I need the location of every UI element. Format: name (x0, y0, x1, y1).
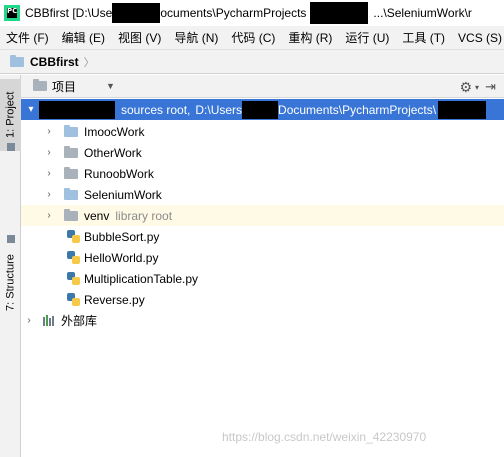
folder-icon (64, 124, 78, 137)
structure-tab-icon (7, 235, 15, 243)
file-name: MultiplicationTable.py (84, 271, 199, 286)
chevron-right-icon[interactable]: › (43, 210, 55, 221)
menu-tools[interactable]: 工具 (T) (396, 29, 452, 46)
menu-refactor[interactable]: 重构 (R) (282, 29, 339, 46)
dropdown-arrow-icon[interactable]: ▼ (106, 81, 115, 91)
chevron-right-icon: 〉 (83, 56, 95, 69)
folder-icon (64, 187, 78, 200)
navigation-bar: CBBfirst 〉 (0, 50, 504, 74)
external-libraries-label: 外部库 (61, 314, 98, 328)
menu-navigate[interactable]: 导航 (N) (168, 29, 225, 46)
tree-folder-row[interactable]: › SeleniumWork (21, 184, 504, 205)
folder-icon (64, 166, 78, 179)
folder-icon (64, 145, 78, 158)
tree-external-libraries-row[interactable]: › 外部库 (21, 310, 504, 331)
folder-name: SeleniumWork (84, 187, 162, 202)
folder-name: OtherWork (84, 145, 142, 160)
tab-structure-label: 7: Structure (4, 254, 17, 312)
venv-name: venv (84, 208, 110, 223)
tree-file-row[interactable]: BubbleSort.py (21, 226, 504, 247)
chevron-right-icon[interactable]: › (43, 189, 55, 200)
tab-structure[interactable]: 7: Structure (0, 243, 21, 323)
redaction-block (39, 100, 115, 119)
menu-file[interactable]: 文件 (F) (0, 29, 56, 46)
library-folder-icon (64, 208, 78, 221)
chevron-right-icon[interactable]: › (43, 126, 55, 137)
redaction-block (242, 100, 279, 119)
file-name: BubbleSort.py (84, 229, 160, 244)
hide-panel-icon[interactable]: ⇥ (485, 79, 496, 95)
menu-run[interactable]: 运行 (U) (339, 29, 396, 46)
menu-view[interactable]: 视图 (V) (112, 29, 168, 46)
python-file-icon (67, 251, 80, 264)
tab-project-label: 1: Project (4, 91, 17, 139)
left-tool-strip: 1: Project 7: Structure (0, 75, 21, 457)
redaction-block (438, 100, 487, 119)
tab-project[interactable]: 1: Project (0, 79, 21, 151)
project-tree: ▾ sources root, D:\Users Documents\Pycha… (21, 98, 504, 457)
menu-code[interactable]: 代码 (C) (225, 29, 282, 46)
tree-file-row[interactable]: MultiplicationTable.py (21, 268, 504, 289)
watermark: https://blog.csdn.net/weixin_42230970 (222, 430, 427, 444)
python-file-icon (67, 272, 80, 285)
breadcrumb-project[interactable]: CBBfirst (30, 55, 79, 69)
python-file-icon (67, 230, 80, 243)
project-view-icon (33, 79, 47, 91)
tree-file-row[interactable]: Reverse.py (21, 289, 504, 310)
window-title-part1: CBBfirst [D:\Use (25, 6, 113, 20)
folder-icon (10, 54, 24, 67)
menu-edit[interactable]: 编辑 (E) (56, 29, 112, 46)
tree-folder-row[interactable]: › RunoobWork (21, 163, 504, 184)
venv-note: library root (115, 208, 173, 223)
tree-venv-row[interactable]: › venv library root (21, 205, 504, 226)
menu-bar: 文件 (F) 编辑 (E) 视图 (V) 导航 (N) 代码 (C) 重构 (R… (0, 26, 504, 50)
external-libraries-icon (43, 315, 57, 326)
root-suffix: sources root, (121, 102, 191, 117)
folder-name: ImoocWork (84, 124, 145, 139)
tree-file-row[interactable]: HelloWorld.py (21, 247, 504, 268)
tree-root-row[interactable]: ▾ sources root, D:\Users Documents\Pycha… (21, 99, 504, 120)
tree-folder-row[interactable]: › ImoocWork (21, 121, 504, 142)
chevron-right-icon[interactable]: › (23, 315, 35, 326)
chevron-right-icon[interactable]: › (43, 147, 55, 158)
root-path-part1: D:\Users (195, 102, 243, 117)
redaction-block (112, 3, 161, 23)
menu-vcs[interactable]: VCS (S) (452, 31, 504, 45)
gear-icon[interactable]: ⚙ (459, 79, 472, 96)
file-name: HelloWorld.py (84, 250, 159, 265)
redaction-block (310, 2, 369, 24)
project-view-title[interactable]: 项目 (52, 78, 76, 95)
python-file-icon (67, 293, 80, 306)
project-tab-icon (7, 143, 15, 151)
chevron-down-icon[interactable]: ▾ (25, 104, 37, 115)
tree-folder-row[interactable]: › OtherWork (21, 142, 504, 163)
window-title-part2: ocuments\PycharmProjects (160, 6, 307, 20)
chevron-down-icon[interactable]: ▾ (475, 83, 479, 92)
pycharm-app-icon (4, 5, 20, 21)
window-title-part3: ...\SeleniumWork\r (373, 6, 472, 20)
chevron-right-icon[interactable]: › (43, 168, 55, 179)
title-bar: CBBfirst [D:\Use ocuments\PycharmProject… (0, 0, 504, 26)
project-panel-header: 项目 ▼ ⚙ ▾ ⇥ (21, 75, 504, 98)
folder-name: RunoobWork (84, 166, 154, 181)
file-name: Reverse.py (84, 292, 145, 307)
root-path-part2: Documents\PycharmProjects\ (278, 102, 437, 117)
